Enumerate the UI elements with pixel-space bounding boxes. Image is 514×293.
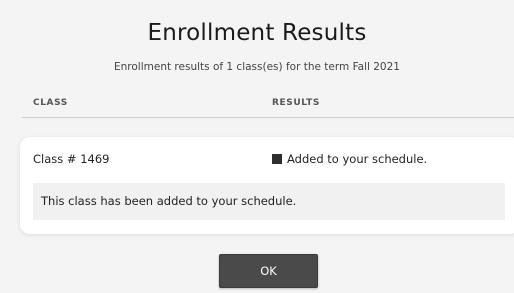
result-status: Added to your schedule. — [272, 152, 427, 166]
column-header-class: CLASS — [33, 98, 68, 108]
column-header-results: RESULTS — [272, 98, 320, 108]
dialog-title: Enrollment Results — [147, 20, 367, 46]
header-divider — [22, 117, 514, 118]
class-number: Class # 1469 — [33, 152, 110, 166]
enrollment-results-dialog: Enrollment Results Enrollment results of… — [0, 0, 514, 293]
result-message: This class has been added to your schedu… — [33, 183, 505, 220]
ok-button[interactable]: OK — [219, 254, 318, 288]
result-text: Added to your schedule. — [287, 152, 428, 166]
status-square-icon — [272, 154, 282, 164]
result-card: Class # 1469 Added to your schedule. Thi… — [20, 137, 514, 234]
dialog-subtitle: Enrollment results of 1 class(es) for th… — [114, 61, 400, 73]
